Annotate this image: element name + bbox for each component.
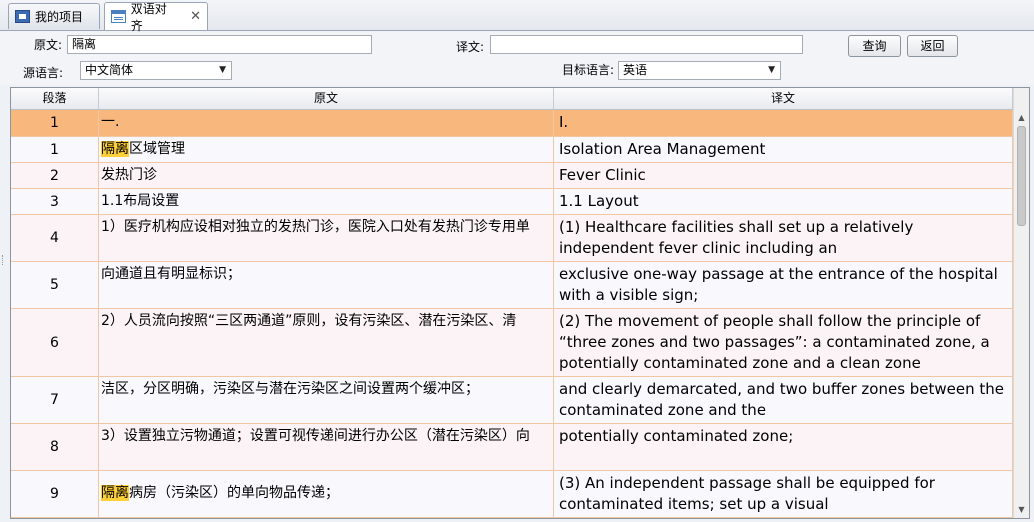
source-text: 向通道且有明显标识； [101, 266, 241, 282]
target-cell[interactable]: I. [554, 110, 1013, 136]
tab-bilingual-alignment[interactable]: 双语对齐 ✕ [104, 2, 208, 33]
target-cell[interactable]: exclusive one-way passage at the entranc… [554, 262, 1013, 308]
target-cell[interactable]: and clearly demarcated, and two buffer z… [554, 377, 1013, 423]
source-cell[interactable]: 1.1布局设置 [99, 189, 554, 214]
alignment-grid: 段落 原文 译文 1 一. I. 1 隔离区域管理 Isolation Area… [10, 87, 1030, 519]
source-cell[interactable]: 洁区，分区明确，污染区与潜在污染区之间设置两个缓冲区； [99, 377, 554, 423]
target-language-select[interactable]: 英语 ▼ [618, 61, 781, 80]
query-button[interactable]: 查询 [848, 35, 901, 57]
paragraph-number: 5 [11, 262, 99, 308]
scroll-down-arrow-icon[interactable]: ▼ [1014, 502, 1029, 518]
paragraph-number: 6 [11, 309, 99, 376]
table-row[interactable]: 4 1）医疗机构应设相对独立的发热门诊，医院入口处有发热门诊专用单 (1) He… [11, 215, 1013, 262]
source-cell[interactable]: 隔离病房（污染区）的单向物品传递； [99, 471, 554, 517]
source-language-select[interactable]: 中文简体 ▼ [80, 61, 232, 80]
tab-strip: 我的项目 双语对齐 ✕ [0, 0, 1034, 33]
tab-label: 双语对齐 [130, 1, 167, 33]
source-cell[interactable]: 1）医疗机构应设相对独立的发热门诊，医院入口处有发热门诊专用单 [99, 215, 554, 261]
paragraph-number: 7 [11, 377, 99, 423]
target-text-input[interactable] [490, 35, 803, 54]
search-form: 原文: 隔离 译文: 查询 返回 源语言: 中文简体 ▼ 目标语言: 英语 ▼ [0, 31, 1034, 85]
source-language-value: 中文简体 [85, 63, 134, 77]
close-icon[interactable]: ✕ [190, 9, 201, 24]
target-cell[interactable]: (3) An independent passage shall be equi… [554, 471, 1013, 517]
scrollbar-thumb[interactable] [1017, 126, 1026, 226]
table-row[interactable]: 1 一. I. [11, 110, 1013, 137]
table-row[interactable]: 3 1.1布局设置 1.1 Layout [11, 189, 1013, 215]
target-cell[interactable]: (1) Healthcare facilities shall set up a… [554, 215, 1013, 261]
paragraph-number: 4 [11, 215, 99, 261]
column-header-source[interactable]: 原文 [99, 88, 554, 109]
source-text: 洁区，分区明确，污染区与潜在污染区之间设置两个缓冲区； [101, 381, 479, 397]
paragraph-number: 1 [11, 137, 99, 162]
paragraph-number: 9 [11, 471, 99, 517]
search-highlight: 隔离 [101, 141, 129, 157]
source-cell[interactable]: 发热门诊 [99, 163, 554, 188]
table-row[interactable]: 6 2）人员流向按照“三区两通道”原则，设有污染区、潜在污染区、清 (2) Th… [11, 309, 1013, 377]
target-cell[interactable]: Fever Clinic [554, 163, 1013, 188]
source-text: 2）人员流向按照“三区两通道”原则，设有污染区、潜在污染区、清 [101, 313, 517, 329]
table-row[interactable]: 2 发热门诊 Fever Clinic [11, 163, 1013, 189]
target-language-value: 英语 [623, 63, 648, 77]
source-cell[interactable]: 向通道且有明显标识； [99, 262, 554, 308]
tab-label: 我的项目 [35, 10, 84, 24]
scroll-up-arrow-icon[interactable]: ▲ [1014, 110, 1029, 126]
source-text: 一. [101, 114, 120, 130]
source-text-input[interactable]: 隔离 [67, 35, 372, 54]
source-cell[interactable]: 隔离区域管理 [99, 137, 554, 162]
target-cell[interactable]: 1.1 Layout [554, 189, 1013, 214]
paragraph-number: 8 [11, 424, 99, 470]
document-icon [111, 10, 126, 23]
source-text: 区域管理 [129, 141, 185, 157]
grid-header: 段落 原文 译文 [11, 88, 1013, 110]
table-row[interactable]: 7 洁区，分区明确，污染区与潜在污染区之间设置两个缓冲区； and clearl… [11, 377, 1013, 424]
back-button[interactable]: 返回 [907, 35, 958, 57]
source-text: 病房（污染区）的单向物品传递； [129, 485, 339, 501]
source-text-label: 原文: [34, 38, 63, 52]
paragraph-number: 3 [11, 189, 99, 214]
table-row[interactable]: 8 3）设置独立污物通道；设置可视传递间进行办公区（潜在污染区）向 potent… [11, 424, 1013, 471]
target-cell[interactable]: potentially contaminated zone; [554, 424, 1013, 470]
source-text: 发热门诊 [101, 167, 157, 183]
search-highlight: 隔离 [101, 485, 129, 501]
target-cell[interactable]: Isolation Area Management [554, 137, 1013, 162]
table-row[interactable]: 9 隔离病房（污染区）的单向物品传递； (3) An independent p… [11, 471, 1013, 518]
table-row[interactable]: 5 向通道且有明显标识； exclusive one-way passage a… [11, 262, 1013, 309]
target-language-label: 目标语言: [562, 63, 615, 77]
paragraph-number: 2 [11, 163, 99, 188]
source-cell[interactable]: 一. [99, 110, 554, 136]
chevron-down-icon: ▼ [219, 65, 226, 75]
paragraph-number: 1 [11, 110, 99, 136]
folder-icon [15, 10, 30, 23]
source-text: 1.1布局设置 [101, 193, 180, 209]
tab-my-projects[interactable]: 我的项目 [8, 3, 100, 29]
target-text-label: 译文: [456, 40, 485, 54]
column-header-paragraph[interactable]: 段落 [11, 88, 99, 109]
vertical-scrollbar[interactable]: ▲ ▼ [1013, 88, 1029, 518]
chevron-down-icon: ▼ [768, 65, 775, 75]
source-text: 3）设置独立污物通道；设置可视传递间进行办公区（潜在污染区）向 [101, 428, 530, 444]
source-text: 1）医疗机构应设相对独立的发热门诊，医院入口处有发热门诊专用单 [101, 219, 530, 235]
column-header-target[interactable]: 译文 [554, 88, 1013, 109]
target-cell[interactable]: (2) The movement of people shall follow … [554, 309, 1013, 376]
source-language-label: 源语言: [23, 66, 64, 80]
source-cell[interactable]: 2）人员流向按照“三区两通道”原则，设有污染区、潜在污染区、清 [99, 309, 554, 376]
splitter-handle[interactable] [2, 255, 6, 265]
table-row[interactable]: 1 隔离区域管理 Isolation Area Management [11, 137, 1013, 163]
source-cell[interactable]: 3）设置独立污物通道；设置可视传递间进行办公区（潜在污染区）向 [99, 424, 554, 470]
